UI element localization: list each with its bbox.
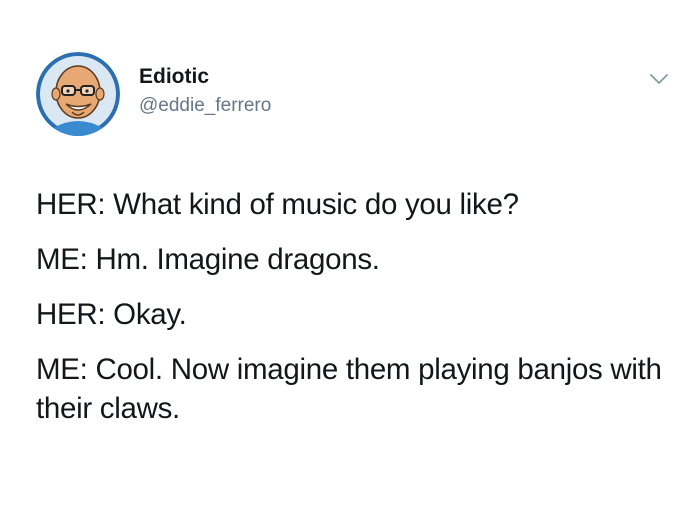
display-name[interactable]: Ediotic (139, 64, 271, 90)
tweet-line-her-okay: HER: Okay. (36, 298, 187, 331)
tweet-header: Ediotic @eddie_ferrero (36, 52, 668, 136)
tweet-line-her-question: HER: What kind of music do you like? (36, 188, 519, 221)
avatar-cartoon-icon (36, 52, 120, 136)
tweet-line-me-punchline: ME: Cool. Now imagine them playing banjo… (36, 353, 662, 425)
tweet-line-me-answer: ME: Hm. Imagine dragons. (36, 243, 380, 276)
chevron-down-icon[interactable] (648, 72, 670, 86)
user-handle[interactable]: @eddie_ferrero (139, 94, 271, 118)
tweet-card: Ediotic @eddie_ferrero HER: What kind of… (0, 0, 700, 528)
author-names: Ediotic @eddie_ferrero (139, 64, 271, 118)
tweet-text: HER: What kind of music do you like? ME:… (36, 185, 666, 444)
avatar[interactable] (36, 52, 120, 136)
